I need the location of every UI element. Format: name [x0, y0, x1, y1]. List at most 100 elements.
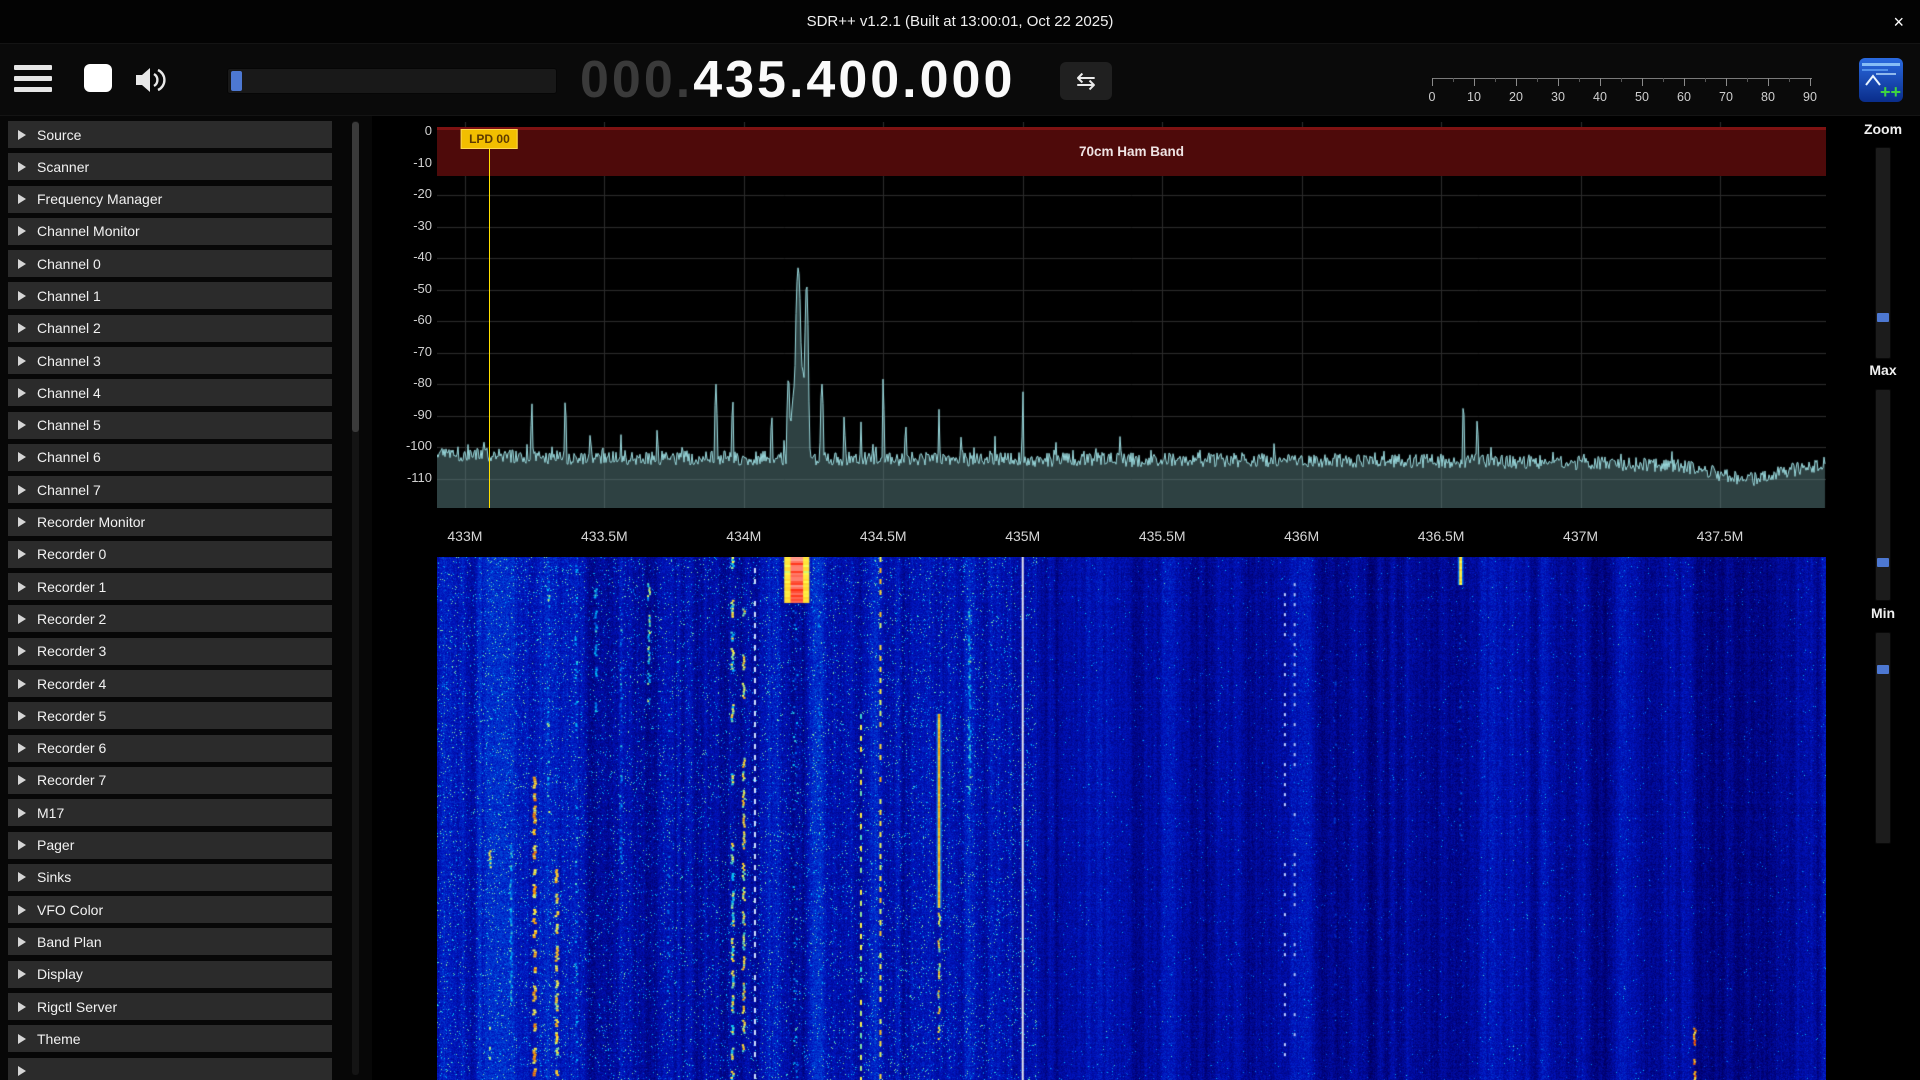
snr-meter-line — [1432, 78, 1812, 79]
expand-arrow-icon — [18, 485, 26, 495]
expand-arrow-icon — [18, 162, 26, 172]
vfo-line[interactable] — [489, 129, 490, 508]
sidebar-item-m17[interactable]: M17 — [8, 799, 332, 826]
frequency-display[interactable]: 000.435.400.000 — [580, 51, 1015, 109]
min-slider[interactable] — [1875, 632, 1891, 844]
expand-arrow-icon — [18, 130, 26, 140]
sidebar-item-theme[interactable]: Theme — [8, 1025, 332, 1052]
sidebar-item-label: Channel 5 — [37, 417, 101, 433]
sidebar-item-rigctl-server[interactable]: Rigctl Server — [8, 993, 332, 1020]
ruler-tick-label: 70 — [1719, 90, 1733, 104]
sidebar-item-pager[interactable]: Pager — [8, 832, 332, 859]
sidebar-item-label: Recorder 5 — [37, 708, 106, 724]
sidebar-item-sinks[interactable]: Sinks — [8, 864, 332, 891]
freq-tick-label: 436M — [1284, 528, 1319, 544]
sidebar-item-recorder-3[interactable]: Recorder 3 — [8, 638, 332, 665]
sidebar-item-channel-7[interactable]: Channel 7 — [8, 476, 332, 503]
sidebar-item-band-plan[interactable]: Band Plan — [8, 928, 332, 955]
db-tick-label: -70 — [413, 344, 432, 359]
expand-arrow-icon — [18, 356, 26, 366]
snr-meter-scale: 0102030405060708090 — [1432, 78, 1814, 116]
stop-button[interactable] — [78, 58, 118, 98]
min-label: Min — [1846, 605, 1920, 621]
freq-tick-label: 437M — [1563, 528, 1598, 544]
close-button[interactable]: × — [1893, 0, 1904, 44]
sidebar-scrollbar-thumb[interactable] — [352, 122, 359, 432]
db-tick-label: -100 — [406, 438, 432, 453]
sidebar-item-label: Sinks — [37, 869, 71, 885]
max-slider[interactable] — [1875, 389, 1891, 601]
ruler-minor-tick — [1789, 78, 1790, 82]
ruler-minor-tick — [1747, 78, 1748, 82]
sidebar-item-label: Recorder 4 — [37, 676, 106, 692]
sidebar-item-partial[interactable] — [8, 1058, 332, 1080]
sidebar-item-channel-4[interactable]: Channel 4 — [8, 379, 332, 406]
titlebar: SDR++ v1.2.1 (Built at 13:00:01, Oct 22 … — [0, 0, 1920, 44]
ruler-tick-label: 30 — [1551, 90, 1565, 104]
sidebar-item-label: Frequency Manager — [37, 191, 162, 207]
expand-arrow-icon — [18, 711, 26, 721]
sidebar-item-channel-2[interactable]: Channel 2 — [8, 315, 332, 342]
menu-button[interactable] — [14, 58, 54, 98]
sidebar-item-scanner[interactable]: Scanner — [8, 153, 332, 180]
sidebar-item-recorder-2[interactable]: Recorder 2 — [8, 605, 332, 632]
ruler-minor-tick — [1579, 78, 1580, 82]
frequency-main-digits: 435.400.000 — [693, 51, 1015, 109]
sidebar-item-label: Recorder 1 — [37, 579, 106, 595]
sidebar-item-recorder-1[interactable]: Recorder 1 — [8, 573, 332, 600]
zoom-slider-handle[interactable] — [1877, 313, 1889, 322]
expand-arrow-icon — [18, 969, 26, 979]
sidebar-item-label: Channel 3 — [37, 353, 101, 369]
sidebar-item-vfo-color[interactable]: VFO Color — [8, 896, 332, 923]
zoom-slider[interactable] — [1875, 147, 1891, 359]
sidebar-item-label: Recorder 3 — [37, 643, 106, 659]
ruler-tick-label: 10 — [1467, 90, 1481, 104]
ruler-tick — [1432, 78, 1433, 86]
sidebar-item-channel-5[interactable]: Channel 5 — [8, 412, 332, 439]
ruler-tick-label: 0 — [1429, 90, 1436, 104]
db-tick-label: -60 — [413, 312, 432, 327]
right-control-panel: Zoom Max Min — [1846, 116, 1920, 1080]
sidebar-item-source[interactable]: Source — [8, 121, 332, 148]
sidebar-item-recorder-6[interactable]: Recorder 6 — [8, 735, 332, 762]
min-slider-handle[interactable] — [1877, 665, 1889, 674]
sidebar-item-display[interactable]: Display — [8, 961, 332, 988]
expand-arrow-icon — [18, 420, 26, 430]
speaker-icon[interactable] — [134, 67, 168, 93]
expand-arrow-icon — [18, 582, 26, 592]
sidebar-item-label: Theme — [37, 1031, 81, 1047]
expand-arrow-icon — [18, 323, 26, 333]
sidebar-item-channel-3[interactable]: Channel 3 — [8, 347, 332, 374]
sidebar-item-recorder-monitor[interactable]: Recorder Monitor — [8, 509, 332, 536]
ruler-minor-tick — [1663, 78, 1664, 82]
max-slider-handle[interactable] — [1877, 558, 1889, 567]
db-tick-label: -90 — [413, 407, 432, 422]
sidebar-item-label: Channel 1 — [37, 288, 101, 304]
sidebar-item-channel-6[interactable]: Channel 6 — [8, 444, 332, 471]
frequency-dim-digits: 000. — [580, 51, 693, 109]
sidebar-item-channel-monitor[interactable]: Channel Monitor — [8, 218, 332, 245]
sidebar-item-channel-1[interactable]: Channel 1 — [8, 282, 332, 309]
waterfall-canvas[interactable] — [437, 557, 1826, 1080]
sidebar-item-label: Source — [37, 127, 81, 143]
sidebar-item-recorder-4[interactable]: Recorder 4 — [8, 670, 332, 697]
sidebar-item-recorder-7[interactable]: Recorder 7 — [8, 767, 332, 794]
sidebar-item-recorder-0[interactable]: Recorder 0 — [8, 541, 332, 568]
volume-slider[interactable] — [227, 68, 557, 94]
sidebar-item-frequency-manager[interactable]: Frequency Manager — [8, 186, 332, 213]
spectrum-canvas[interactable] — [437, 122, 1826, 508]
ruler-tick — [1642, 78, 1643, 86]
sidebar-item-label: Recorder 6 — [37, 740, 106, 756]
ruler-tick-label: 50 — [1635, 90, 1649, 104]
sidebar-item-label: Channel 7 — [37, 482, 101, 498]
sidebar-item-channel-0[interactable]: Channel 0 — [8, 250, 332, 277]
sidebar-item-label: Channel 6 — [37, 449, 101, 465]
tune-swap-button[interactable]: ⇆ — [1060, 62, 1112, 100]
freq-tick-label: 437.5M — [1697, 528, 1744, 544]
expand-arrow-icon — [18, 679, 26, 689]
db-axis: 0-10-20-30-40-50-60-70-80-90-100-110 — [380, 122, 432, 514]
sidebar-scrollbar[interactable] — [352, 121, 359, 1075]
sidebar-item-recorder-5[interactable]: Recorder 5 — [8, 702, 332, 729]
volume-slider-handle[interactable] — [231, 71, 242, 91]
db-tick-label: -110 — [407, 470, 432, 485]
